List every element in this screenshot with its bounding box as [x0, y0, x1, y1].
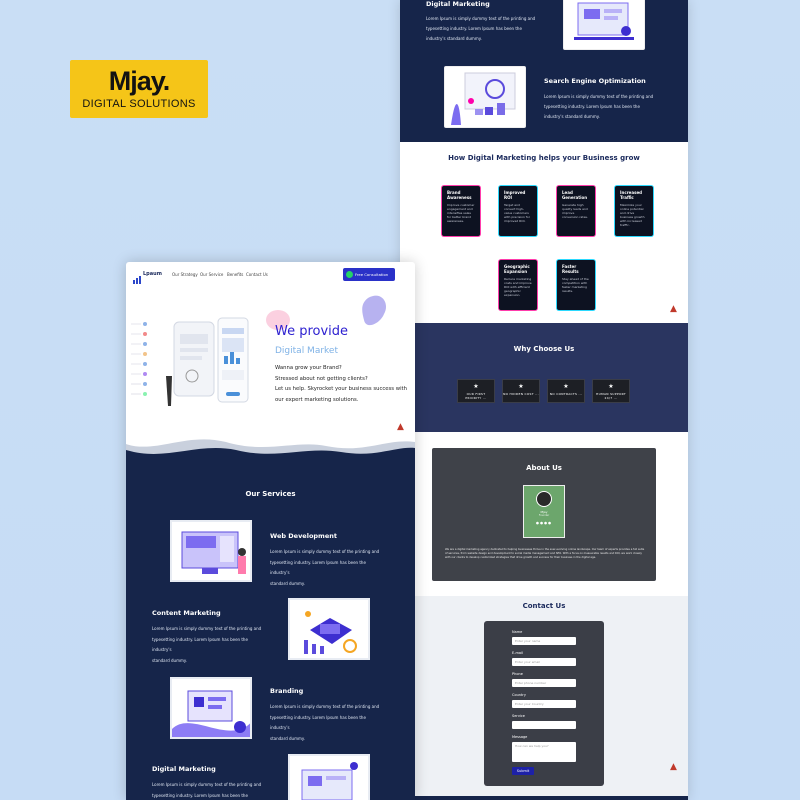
social-icons[interactable]: ●●●● [524, 521, 564, 525]
country-input[interactable]: Enter your Country [512, 700, 576, 708]
message-textarea[interactable]: How can we help you? [512, 742, 576, 762]
name-label: Name [512, 630, 523, 634]
footer-strip [400, 796, 688, 800]
content-marketing-illustration [288, 598, 370, 660]
hero-wave [126, 432, 415, 472]
service-title-web: Web Development [270, 532, 337, 540]
web-development-illustration [170, 520, 252, 582]
why-section: Why Choose Us ★ OUR FIRST PRIORITY ... ★ N… [400, 323, 688, 432]
service-text-digital-marketing: Lorem Ipsum is simply dummy text of the … [426, 16, 536, 41]
help-card-lead-generation: Lead Generation Generate high quality lea… [557, 186, 595, 236]
hero-illustration [162, 316, 262, 408]
service-text-digital: Lorem Ipsum is simply dummy text of the … [152, 782, 262, 798]
service-title-content: Content Marketing [152, 609, 221, 617]
left-page-preview: Lpaum Our Strategy Our Service Benefits … [126, 262, 415, 800]
about-card: About Us Mjay Founder ●●●● We are a digi… [432, 448, 656, 581]
email-input[interactable]: Enter your email [512, 658, 576, 666]
service-title-seo: Search Engine Optimization [544, 77, 646, 85]
founder-role: Founder [538, 514, 550, 517]
why-item-hidden-cost: ★ NO HIDDEN COST ... [502, 379, 540, 403]
brand-tagline: DIGITAL SOLUTIONS [82, 98, 196, 110]
whatsapp-icon [346, 271, 353, 278]
brand-badge: Mjay. DIGITAL SOLUTIONS [70, 60, 208, 118]
trophy-icon: ★ [563, 383, 569, 390]
hero-icon-column [131, 320, 149, 400]
digital-marketing-illustration [563, 0, 645, 50]
digital-marketing-illustration [288, 754, 370, 800]
help-card-geographic-expansion: Geographic Expansion Reduce marketing cos… [499, 260, 537, 310]
blob-shape [362, 294, 388, 328]
trophy-icon: ★ [608, 383, 614, 390]
service-title-digital-marketing: Digital Marketing [426, 0, 490, 8]
contact-section: Contact Us Name Enter your name E-mail E… [400, 596, 688, 800]
rocket-icon[interactable]: ▲ [670, 762, 677, 772]
service-title-digital: Digital Marketing [152, 765, 216, 773]
rocket-icon[interactable]: ▲ [397, 422, 404, 432]
help-card-improved-roi: Improved ROI Target and convert high-valu… [499, 186, 537, 236]
why-title: Why Choose Us [513, 345, 575, 353]
avatar [536, 491, 552, 507]
about-text: We are a digital marketing agency dedica… [445, 548, 645, 559]
contact-form: Name Enter your name E-mail Enter your e… [484, 621, 604, 786]
message-label: Message [512, 735, 528, 739]
why-item-contracts: ★ NO CONTRACTS ... [547, 379, 585, 403]
service-text-seo: Lorem Ipsum is simply dummy text of the … [544, 94, 654, 119]
right-page-preview: Digital Marketing Lorem Ipsum is simply … [400, 0, 688, 800]
nav-strategy[interactable]: Our Strategy [172, 272, 198, 277]
service-text-branding: Lorem Ipsum is simply dummy text of the … [270, 704, 380, 741]
hero-subtitle: Digital Market [275, 346, 338, 356]
seo-illustration [444, 66, 526, 128]
hero-title: We provide [275, 324, 349, 339]
services-continued: Digital Marketing Lorem Ipsum is simply … [400, 0, 688, 142]
about-section: About Us Mjay Founder ●●●● We are a digi… [400, 432, 688, 596]
services-section: Our Services Web Development Lorem Ipsum… [126, 470, 415, 800]
helps-section: How Digital Marketing helps your Busines… [400, 142, 688, 323]
service-text-content: Lorem Ipsum is simply dummy text of the … [152, 626, 262, 663]
why-item-priority: ★ OUR FIRST PRIORITY ... [457, 379, 495, 403]
services-title: Our Services [245, 490, 296, 498]
logo-icon [133, 269, 141, 284]
phone-input[interactable]: Enter phone number [512, 679, 576, 687]
service-select[interactable] [512, 721, 576, 729]
why-item-support: ★ HUMAN SUPPORT 24/7 ... [592, 379, 630, 403]
founder-card: Mjay Founder ●●●● [523, 485, 565, 538]
rocket-icon[interactable]: ▲ [670, 304, 677, 314]
phone-label: Phone [512, 672, 523, 676]
submit-button[interactable]: Submit [512, 767, 534, 775]
nav-service[interactable]: Our Service [200, 272, 223, 277]
brand-name: Mjay. [108, 66, 171, 96]
name-input[interactable]: Enter your name [512, 637, 576, 645]
service-title-branding: Branding [270, 687, 304, 695]
trophy-icon: ★ [473, 383, 479, 390]
service-label: Service [512, 714, 525, 718]
trophy-icon: ★ [518, 383, 524, 390]
site-logo[interactable]: Lpaum [143, 271, 162, 277]
hero-body: Wanna grow your Brand? Stressed about no… [275, 365, 407, 403]
help-card-faster-results: Faster Results Stay ahead of the competit… [557, 260, 595, 310]
consultation-button[interactable]: Free Consultation Call [343, 268, 395, 290]
branding-illustration [170, 677, 252, 739]
contact-title: Contact Us [522, 602, 566, 610]
country-label: Country [512, 693, 526, 697]
help-card-brand-awareness: Brand Awareness Improve customer engageme… [442, 186, 480, 236]
about-title: About Us [526, 464, 562, 472]
help-card-increased-traffic: Increased Traffic Maximize your online po… [615, 186, 653, 236]
nav-benefits[interactable]: Benefits [227, 272, 243, 277]
helps-title: How Digital Marketing helps your Busines… [448, 154, 640, 162]
nav-contact[interactable]: Contact Us [246, 272, 268, 277]
email-label: E-mail [512, 651, 523, 655]
service-text-web: Lorem Ipsum is simply dummy text of the … [270, 549, 380, 586]
